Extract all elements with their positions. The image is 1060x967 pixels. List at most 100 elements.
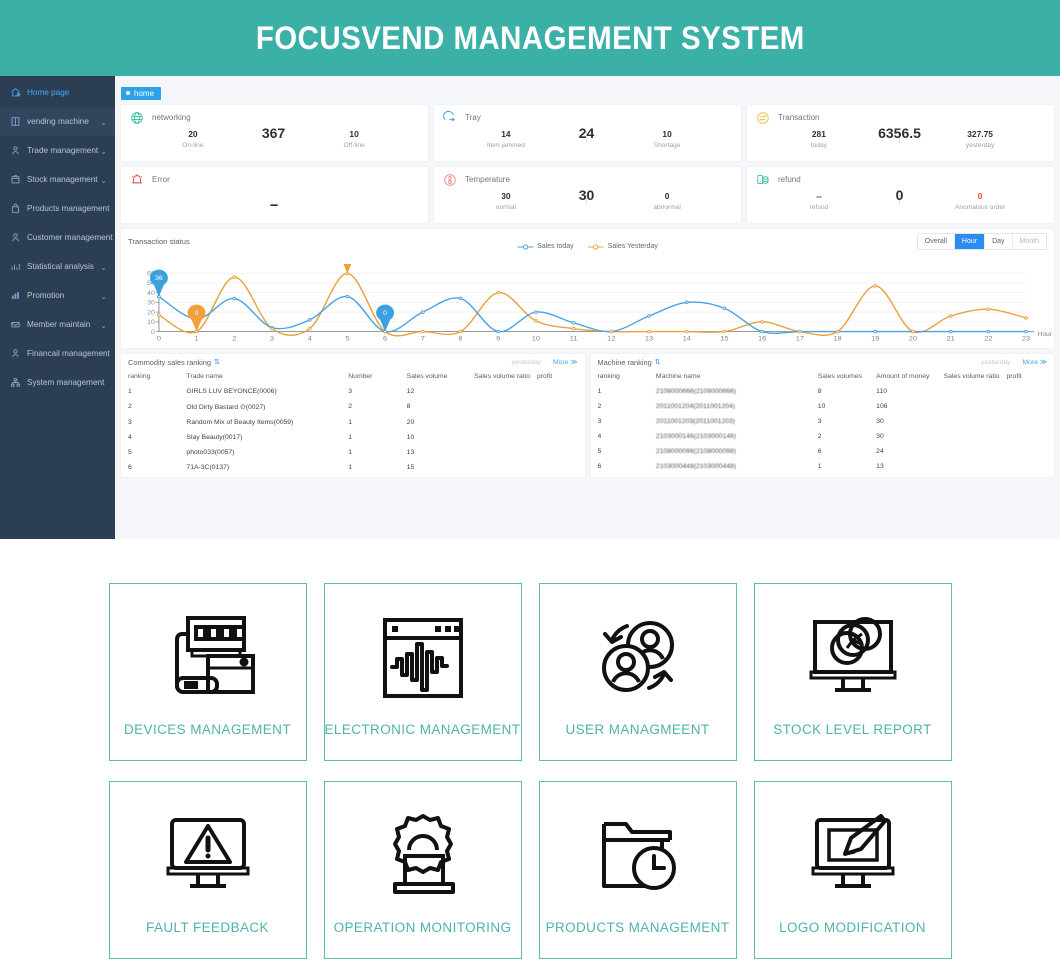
stat-right-value: 10	[662, 128, 672, 139]
feature-card-label: USER MANAGMEENT	[565, 721, 710, 737]
tab-month[interactable]: Month	[1012, 233, 1046, 249]
sort-icon[interactable]: ⇅	[655, 358, 661, 366]
table-cell: 4	[597, 432, 602, 440]
sidebar-item-label: Financail management	[27, 349, 110, 358]
table-row[interactable]: 5 photo033(0057) 1 13	[128, 445, 578, 460]
table-row[interactable]: 4 Slay Beauty(0017) 1 10	[128, 430, 578, 445]
sidebar-item-vending-machine[interactable]: vending machine ⌄	[0, 107, 115, 136]
table-cell: 1	[817, 462, 822, 470]
table-cell	[1007, 384, 1047, 399]
table-row[interactable]: 2 Old Dirty Bastard ⊙(0027) 2 8	[128, 399, 578, 415]
table-cell: 106	[876, 402, 888, 410]
stat-left-value: 30	[501, 190, 511, 201]
sidebar-item-customer-management[interactable]: Customer management	[0, 223, 115, 252]
column-header: Sales volumes	[817, 372, 862, 380]
table-row[interactable]: 5 2108000098(2108000098) 6 24	[598, 444, 1048, 459]
transaction-status-panel: Transaction status Overall Hour Day Mont…	[121, 228, 1054, 348]
sidebar-item-trade-management[interactable]: Trade management ⌄	[0, 136, 115, 165]
feature-card-electronic-management[interactable]: ELECTRONIC MANAGEMENT	[323, 583, 522, 761]
column-header: Trade name	[186, 372, 223, 380]
feature-card-user-managmeent[interactable]: USER MANAGMEENT	[538, 583, 737, 761]
breadcrumb[interactable]: home	[121, 86, 162, 100]
table-cell: 20	[406, 418, 415, 426]
table-cell	[537, 460, 577, 475]
stat-left-label: normal	[495, 203, 516, 211]
table-cell: 13	[406, 448, 415, 456]
feature-card-products-management[interactable]: PRODUCTS MANAGEMENT	[538, 781, 737, 959]
svg-text:0: 0	[383, 310, 387, 317]
monitor-pie-icon	[801, 602, 905, 714]
table-header-actions: yesterday More ≫	[512, 358, 578, 367]
table-cell	[1007, 444, 1047, 459]
sidebar-item-member-maintain[interactable]: Member maintain ⌄	[0, 310, 115, 339]
sidebar-item-statistical-analysis[interactable]: Statistical analysis ⌄	[0, 252, 115, 281]
dashboard-region: Home page vending machine ⌄ Trade manage…	[0, 76, 1060, 539]
feature-card-logo-modification[interactable]: LOGO MODIFICATION	[753, 781, 952, 959]
svg-text:2: 2	[232, 334, 236, 342]
feature-card-devices-management[interactable]: DEVICES MANAGEMENT	[108, 583, 307, 761]
chart-area[interactable]: 0102030405060 01234567891011121314151617…	[121, 250, 1054, 348]
sidebar-item-home-page[interactable]: Home page	[0, 78, 115, 107]
sidebar-item-financail-management[interactable]: Financail management	[0, 339, 115, 368]
table-row[interactable]: 4 2103000146(2103000146) 2 30	[598, 429, 1048, 444]
table-row[interactable]: 1 2108000666(2108000666) 8 110	[598, 384, 1048, 399]
stat-title: networking	[152, 113, 191, 122]
table-cell: 71A-3C(0137)	[186, 463, 230, 471]
feature-card-stock-level-report[interactable]: STOCK LEVEL REPORT	[753, 583, 952, 761]
feature-card-label: PRODUCTS MANAGEMENT	[545, 919, 730, 935]
table-row[interactable]: 3 Random Mix of Beauty Items(0059) 1 20	[128, 415, 578, 430]
stat-card-networking[interactable]: networking 367 20 On-line 10 Off-line	[121, 104, 428, 161]
table-cell: 2	[817, 432, 822, 440]
more-link[interactable]: More ≫	[553, 358, 578, 366]
stat-left-value: 20	[188, 128, 198, 139]
tab-overall[interactable]: Overall	[917, 233, 955, 249]
stat-title: Temperature	[465, 175, 510, 184]
column-header: Machine name	[655, 372, 701, 380]
table-row[interactable]: 3 2011001203(2011001203) 3 30	[598, 414, 1048, 429]
table-row[interactable]: 1 GIRLS LUV BEYONCE(0006) 3 12	[128, 384, 578, 399]
feature-card-fault-feedback[interactable]: FAULT FEEDBACK	[108, 781, 307, 959]
table-cell: 30	[876, 432, 884, 440]
stat-card-refund[interactable]: refund 0 -- refund 0 Anomalous order	[747, 166, 1054, 223]
stat-card-error[interactable]: Error --	[121, 166, 428, 223]
feature-card-grid: DEVICES MANAGEMENT ELECTRONIC MANAGEMENT	[0, 539, 1060, 959]
monitor-brush-icon	[801, 800, 905, 912]
stat-right-label: Off-line	[343, 141, 365, 149]
table-row[interactable]: 6 71A-3C(0137) 1 15	[128, 460, 578, 475]
table-row[interactable]: 6 2103000448(2103000448) 1 13	[598, 459, 1048, 474]
sidebar-item-system-management[interactable]: System management	[0, 368, 115, 397]
table-header-actions: yesterday More ≫	[981, 358, 1048, 367]
stat-left-value: 14	[501, 128, 511, 139]
sort-icon[interactable]: ⇅	[214, 358, 220, 366]
sidebar-item-promotion[interactable]: Promotion ⌄	[0, 281, 115, 310]
devices-icon	[158, 602, 258, 714]
table-row[interactable]: 2 2011001204(2011001204) 10 106	[598, 399, 1048, 414]
stat-title: Tray	[465, 113, 481, 122]
svg-text:0: 0	[151, 329, 155, 336]
table-cell	[537, 445, 577, 460]
table-cell: 6	[128, 463, 132, 471]
table-cell: 12	[406, 387, 415, 395]
monitor-warning-icon	[156, 800, 260, 912]
sidebar-item-label: Promotion	[27, 291, 65, 300]
chevron-down-icon: ⌄	[100, 175, 107, 185]
stat-card-transaction[interactable]: Transaction 6356.5 281 today 327.75 yest…	[747, 104, 1054, 161]
tab-day[interactable]: Day	[985, 233, 1013, 249]
table-cell: 2	[597, 402, 602, 410]
feature-card-label: DEVICES MANAGEMENT	[124, 721, 291, 737]
sidebar-item-products-management[interactable]: Products management	[0, 194, 115, 223]
stat-body: 30 30 normal 0 abnormal	[442, 187, 731, 212]
table-cell: 8	[406, 403, 411, 410]
stat-card-tray[interactable]: Tray 24 14 Item jammed 10 Shortage	[434, 104, 741, 161]
feature-card-label: ELECTRONIC MANAGEMENT	[324, 721, 521, 737]
chart-marker: 0	[187, 304, 206, 332]
sidebar-item-stock-management[interactable]: Stock management ⌄	[0, 165, 115, 194]
stat-card-temperature[interactable]: Temperature 30 30 normal 0 abnormal	[434, 166, 741, 223]
column-header: Number	[348, 372, 373, 380]
more-link[interactable]: More ≫	[1023, 358, 1048, 366]
table-cell: 1	[348, 433, 353, 441]
tab-hour[interactable]: Hour	[954, 233, 986, 249]
stat-left: 281 today	[771, 128, 866, 150]
stat-body: 6356.5 281 today 327.75 yesterday	[755, 125, 1044, 150]
feature-card-operation-monitoring[interactable]: OPERATION MONITORING	[323, 781, 522, 959]
